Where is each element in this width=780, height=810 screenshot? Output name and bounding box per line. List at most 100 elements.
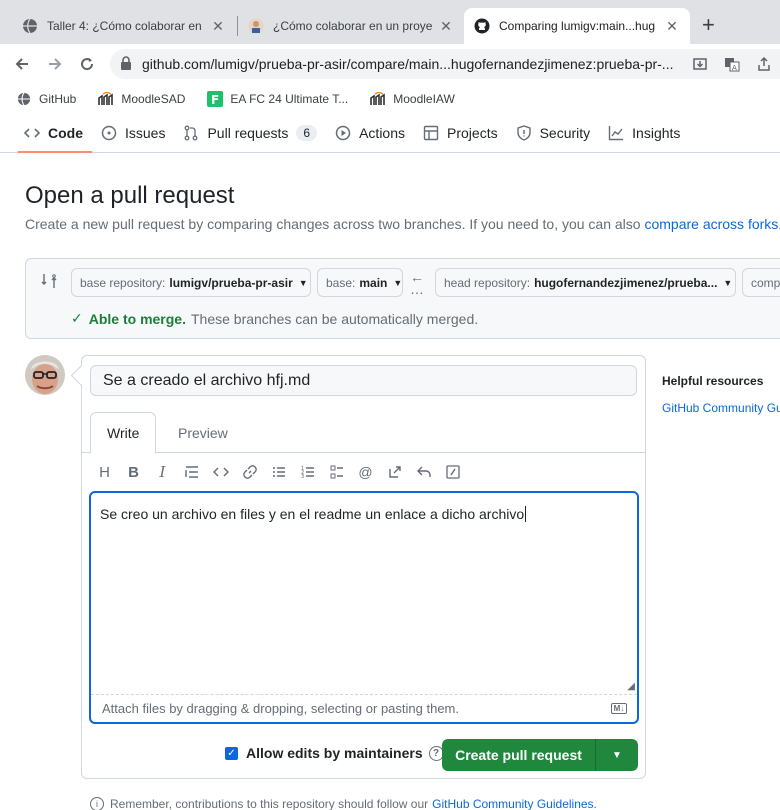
issue-icon bbox=[101, 125, 117, 141]
pr-body-value: Se creo un archivo en files y en el read… bbox=[100, 506, 525, 522]
compare-box: base repository: lumigv/prueba-pr-asir ▼… bbox=[25, 258, 780, 339]
text-cursor: ​ bbox=[525, 506, 527, 522]
merge-status: ✓ Able to merge. These branches can be a… bbox=[71, 310, 478, 327]
info-icon: i bbox=[90, 797, 104, 810]
contribution-reminder: i Remember, contributions to this reposi… bbox=[90, 797, 597, 810]
create-pull-request-label[interactable]: Create pull request bbox=[442, 739, 596, 771]
attach-files-text: Attach files by dragging & dropping, sel… bbox=[102, 701, 459, 716]
base-repo-label: base repository: bbox=[80, 275, 166, 290]
tab-write[interactable]: Write bbox=[90, 412, 157, 454]
reload-icon[interactable] bbox=[75, 52, 99, 76]
guidelines-link[interactable]: GitHub Community Guidelines. bbox=[432, 797, 597, 810]
subtitle-text: Create a new pull request by comparing c… bbox=[25, 216, 641, 232]
base-branch-select[interactable]: base: main ▼ bbox=[317, 268, 403, 297]
task-list-icon[interactable] bbox=[322, 460, 351, 484]
pr-title-input[interactable] bbox=[90, 365, 637, 396]
address-bar[interactable]: github.com/lumigv/prueba-pr-asir/compare… bbox=[110, 49, 780, 79]
head-repository-select[interactable]: head repository: hugofernandezjimenez/pr… bbox=[435, 268, 736, 297]
tab-actions[interactable]: Actions bbox=[326, 114, 414, 152]
heading-icon[interactable]: H bbox=[90, 460, 119, 484]
base-repository-select[interactable]: base repository: lumigv/prueba-pr-asir ▼ bbox=[71, 268, 311, 297]
browser-tab[interactable]: Taller 4: ¿Cómo colaborar en u ✕ bbox=[12, 8, 236, 44]
create-pull-request-button[interactable]: Create pull request ▼ bbox=[442, 739, 638, 771]
base-value: main bbox=[359, 275, 388, 290]
browser-tab-title: ¿Cómo colaborar en un proye bbox=[273, 19, 432, 33]
share-icon[interactable] bbox=[754, 54, 774, 74]
compare-label: comp bbox=[751, 275, 780, 290]
tab-insights[interactable]: Insights bbox=[599, 114, 689, 152]
bold-icon[interactable]: B bbox=[119, 460, 148, 484]
bookmark-github[interactable]: GitHub bbox=[16, 91, 76, 107]
tab-label: Projects bbox=[447, 125, 498, 141]
allow-edits-row[interactable]: ✓ Allow edits by maintainers ? bbox=[225, 745, 444, 761]
browser-tab-title: Comparing lumigv:main...hug bbox=[499, 19, 656, 33]
pull-request-icon bbox=[183, 125, 199, 141]
tab-code[interactable]: Code bbox=[18, 114, 92, 153]
page-subtitle: Create a new pull request by comparing c… bbox=[25, 216, 780, 232]
ea-fc-icon: F bbox=[207, 91, 224, 107]
url-text: github.com/lumigv/prueba-pr-asir/compare… bbox=[142, 56, 674, 72]
dropdown-caret-icon[interactable]: ▼ bbox=[596, 750, 638, 761]
new-tab-icon[interactable]: + bbox=[702, 14, 715, 36]
mention-icon[interactable]: @ bbox=[351, 460, 380, 484]
allow-edits-checkbox[interactable]: ✓ bbox=[225, 746, 238, 760]
caret-down-icon: ▼ bbox=[723, 277, 733, 288]
repo-nav: Code Issues Pull requests 6 Actions Proj… bbox=[0, 114, 780, 153]
close-tab-icon[interactable]: ✕ bbox=[438, 18, 454, 35]
tab-label: Issues bbox=[125, 125, 166, 141]
tab-security[interactable]: Security bbox=[507, 114, 600, 152]
play-icon bbox=[335, 125, 351, 141]
tab-label: Security bbox=[539, 125, 591, 141]
community-guidelines-link[interactable]: GitHub Community Gu bbox=[662, 401, 780, 415]
code-icon bbox=[24, 125, 40, 141]
compare-branch-select[interactable]: comp bbox=[742, 268, 780, 297]
slash-commands-icon[interactable] bbox=[438, 460, 467, 484]
browser-tab[interactable]: ¿Cómo colaborar en un proye ✕ bbox=[238, 8, 464, 44]
caret-down-icon: ▼ bbox=[298, 277, 308, 288]
close-tab-icon[interactable]: ✕ bbox=[664, 18, 680, 35]
pr-body-editor[interactable]: Se creo un archivo en files y en el read… bbox=[89, 491, 639, 724]
resize-handle-icon[interactable]: ◢ bbox=[627, 681, 635, 692]
tab-pull-requests[interactable]: Pull requests 6 bbox=[174, 114, 326, 152]
quote-icon[interactable] bbox=[177, 460, 206, 484]
unordered-list-icon[interactable] bbox=[264, 460, 293, 484]
merge-description: These branches can be automatically merg… bbox=[190, 310, 479, 327]
code-icon[interactable] bbox=[206, 460, 235, 484]
compare-across-forks-link[interactable]: compare across forks bbox=[644, 216, 778, 232]
page-title: Open a pull request bbox=[25, 182, 235, 209]
attach-files-area[interactable]: Attach files by dragging & dropping, sel… bbox=[91, 694, 637, 722]
install-app-icon[interactable] bbox=[690, 54, 710, 74]
helpful-resources: Helpful resources GitHub Community Gu bbox=[662, 374, 780, 415]
lock-icon[interactable] bbox=[120, 55, 132, 73]
pr-body-text[interactable]: Se creo un archivo en files y en el read… bbox=[100, 506, 527, 522]
bookmark-moodlesad[interactable]: MoodleSAD bbox=[98, 91, 185, 107]
tab-preview[interactable]: Preview bbox=[162, 412, 244, 453]
able-to-merge-text: Able to merge. bbox=[88, 310, 186, 327]
globe-icon bbox=[22, 18, 38, 34]
base-repo-value: lumigv/prueba-pr-asir bbox=[169, 275, 293, 290]
bookmarks-bar: GitHub MoodleSAD F EA FC 24 Ultimate T..… bbox=[0, 84, 780, 114]
link-icon[interactable] bbox=[235, 460, 264, 484]
pr-count-badge: 6 bbox=[296, 125, 318, 141]
bookmark-eafc[interactable]: F EA FC 24 Ultimate T... bbox=[207, 91, 348, 107]
tab-projects[interactable]: Projects bbox=[414, 114, 507, 152]
avatar[interactable] bbox=[25, 355, 65, 395]
italic-icon[interactable]: I bbox=[148, 460, 177, 484]
markdown-icon[interactable]: M↓ bbox=[611, 703, 627, 714]
browser-tab-active[interactable]: Comparing lumigv:main...hug ✕ bbox=[464, 8, 690, 44]
reply-icon[interactable] bbox=[409, 460, 438, 484]
bookmark-label: EA FC 24 Ultimate T... bbox=[230, 92, 349, 106]
bookmark-label: GitHub bbox=[39, 92, 77, 106]
ordered-list-icon[interactable]: 123 bbox=[293, 460, 322, 484]
browser-tab-strip: Taller 4: ¿Cómo colaborar en u ✕ ¿Cómo c… bbox=[0, 0, 780, 44]
editor-tabs: Write Preview bbox=[82, 412, 645, 454]
tab-issues[interactable]: Issues bbox=[92, 114, 174, 152]
github-icon bbox=[474, 18, 490, 34]
bookmark-moodleiaw[interactable]: MoodleIAW bbox=[370, 91, 455, 107]
tab-label: Actions bbox=[359, 125, 406, 141]
close-tab-icon[interactable]: ✕ bbox=[210, 18, 226, 35]
cross-reference-icon[interactable] bbox=[380, 460, 409, 484]
forward-icon[interactable] bbox=[43, 52, 67, 76]
translate-icon[interactable]: A bbox=[722, 54, 742, 74]
back-icon[interactable] bbox=[10, 52, 34, 76]
